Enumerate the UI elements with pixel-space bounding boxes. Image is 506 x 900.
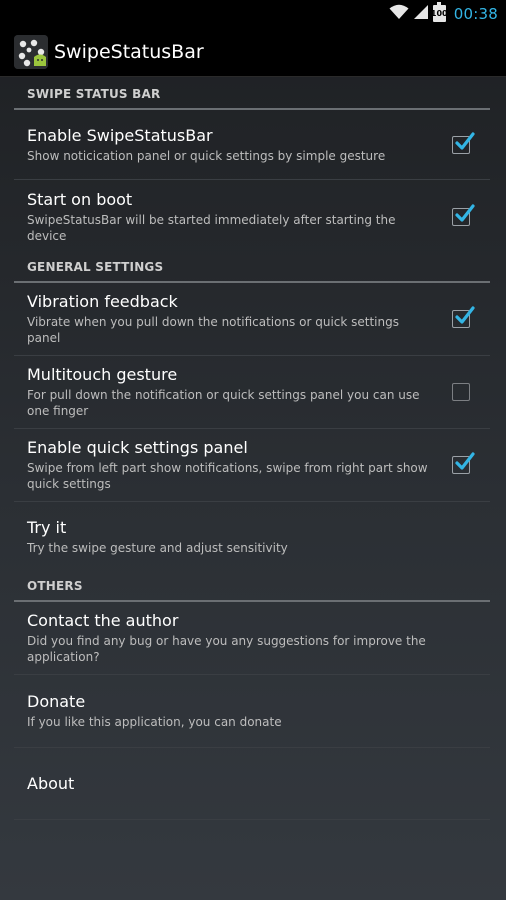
pref-title: Donate: [27, 692, 86, 711]
pref-try-it[interactable]: Try it Try the swipe gesture and adjust …: [14, 502, 490, 572]
check-mark-icon: [455, 452, 475, 470]
pref-title: Multitouch gesture: [27, 365, 178, 384]
status-bar: 100 00:38: [0, 0, 506, 27]
pref-summary: Vibrate when you pull down the notificat…: [27, 315, 399, 345]
pref-text: Start on boot SwipeStatusBar will be sta…: [27, 190, 452, 244]
pref-text: About: [27, 774, 484, 794]
app-launcher-icon[interactable]: [14, 34, 48, 69]
pref-text: Enable SwipeStatusBar Show noticication …: [27, 126, 452, 164]
section-header-others: OTHERS: [14, 572, 490, 602]
pref-text: Contact the author Did you find any bug …: [27, 611, 484, 665]
pref-enable-quick-settings-panel[interactable]: Enable quick settings panel Swipe from l…: [14, 429, 490, 502]
app-title: SwipeStatusBar: [54, 40, 204, 63]
pref-summary: SwipeStatusBar will be started immediate…: [27, 212, 396, 243]
pref-title: Try it: [27, 518, 67, 537]
pref-summary: Did you find any bug or have you any sug…: [27, 634, 426, 664]
pref-title: Vibration feedback: [27, 292, 178, 311]
pref-contact-the-author[interactable]: Contact the author Did you find any bug …: [14, 602, 490, 675]
pref-summary: Swipe from left part show notifications,…: [27, 461, 428, 491]
clock: 00:38: [453, 4, 498, 23]
pref-title: Contact the author: [27, 611, 179, 630]
pref-summary: Try the swipe gesture and adjust sensiti…: [27, 541, 288, 555]
pref-title: Enable quick settings panel: [27, 438, 248, 457]
battery-level: 100: [430, 8, 448, 18]
check-mark-icon: [455, 203, 475, 222]
pref-about[interactable]: About: [14, 748, 490, 820]
pref-text: Donate If you like this application, you…: [27, 692, 484, 730]
pref-text: Enable quick settings panel Swipe from l…: [27, 438, 452, 492]
pref-vibration-feedback[interactable]: Vibration feedback Vibrate when you pull…: [14, 283, 490, 356]
checkbox-enable-swipestatusbar[interactable]: [452, 131, 475, 154]
checkbox-multitouch-gesture[interactable]: [452, 383, 470, 401]
pref-enable-swipestatusbar[interactable]: Enable SwipeStatusBar Show noticication …: [14, 110, 490, 180]
checkbox-enable-quick-settings-panel[interactable]: [452, 452, 475, 474]
pref-title: Start on boot: [27, 189, 133, 209]
screen: 100 00:38 SwipeStatusBar SWIPE STATUS BA…: [0, 0, 506, 900]
pref-text: Multitouch gesture For pull down the not…: [27, 365, 452, 419]
pref-start-on-boot[interactable]: Start on boot SwipeStatusBar will be sta…: [14, 180, 490, 253]
battery-icon: 100: [430, 2, 448, 22]
pref-summary: If you like this application, you can do…: [27, 715, 282, 729]
checkbox-start-on-boot[interactable]: [452, 203, 475, 226]
check-mark-icon: [455, 131, 475, 150]
signal-icon: [413, 4, 429, 24]
pref-title: Enable SwipeStatusBar: [27, 125, 213, 145]
pref-summary: Show noticication panel or quick setting…: [27, 148, 386, 163]
pref-donate[interactable]: Donate If you like this application, you…: [14, 675, 490, 748]
section-header-general-settings: GENERAL SETTINGS: [14, 253, 490, 283]
status-icons: 100: [389, 2, 448, 24]
wifi-icon: [389, 4, 409, 24]
pref-text: Try it Try the swipe gesture and adjust …: [27, 518, 484, 556]
pref-title: About: [27, 773, 75, 793]
checkbox-vibration-feedback[interactable]: [452, 306, 475, 328]
pref-summary: For pull down the notification or quick …: [27, 388, 420, 418]
action-bar: SwipeStatusBar: [0, 27, 506, 77]
pref-text: Vibration feedback Vibrate when you pull…: [27, 292, 452, 346]
check-mark-icon: [455, 306, 475, 324]
section-header-swipe-status-bar: SWIPE STATUS BAR: [14, 80, 490, 110]
pref-multitouch-gesture[interactable]: Multitouch gesture For pull down the not…: [14, 356, 490, 429]
preferences-list: SWIPE STATUS BAR Enable SwipeStatusBar S…: [14, 80, 490, 820]
